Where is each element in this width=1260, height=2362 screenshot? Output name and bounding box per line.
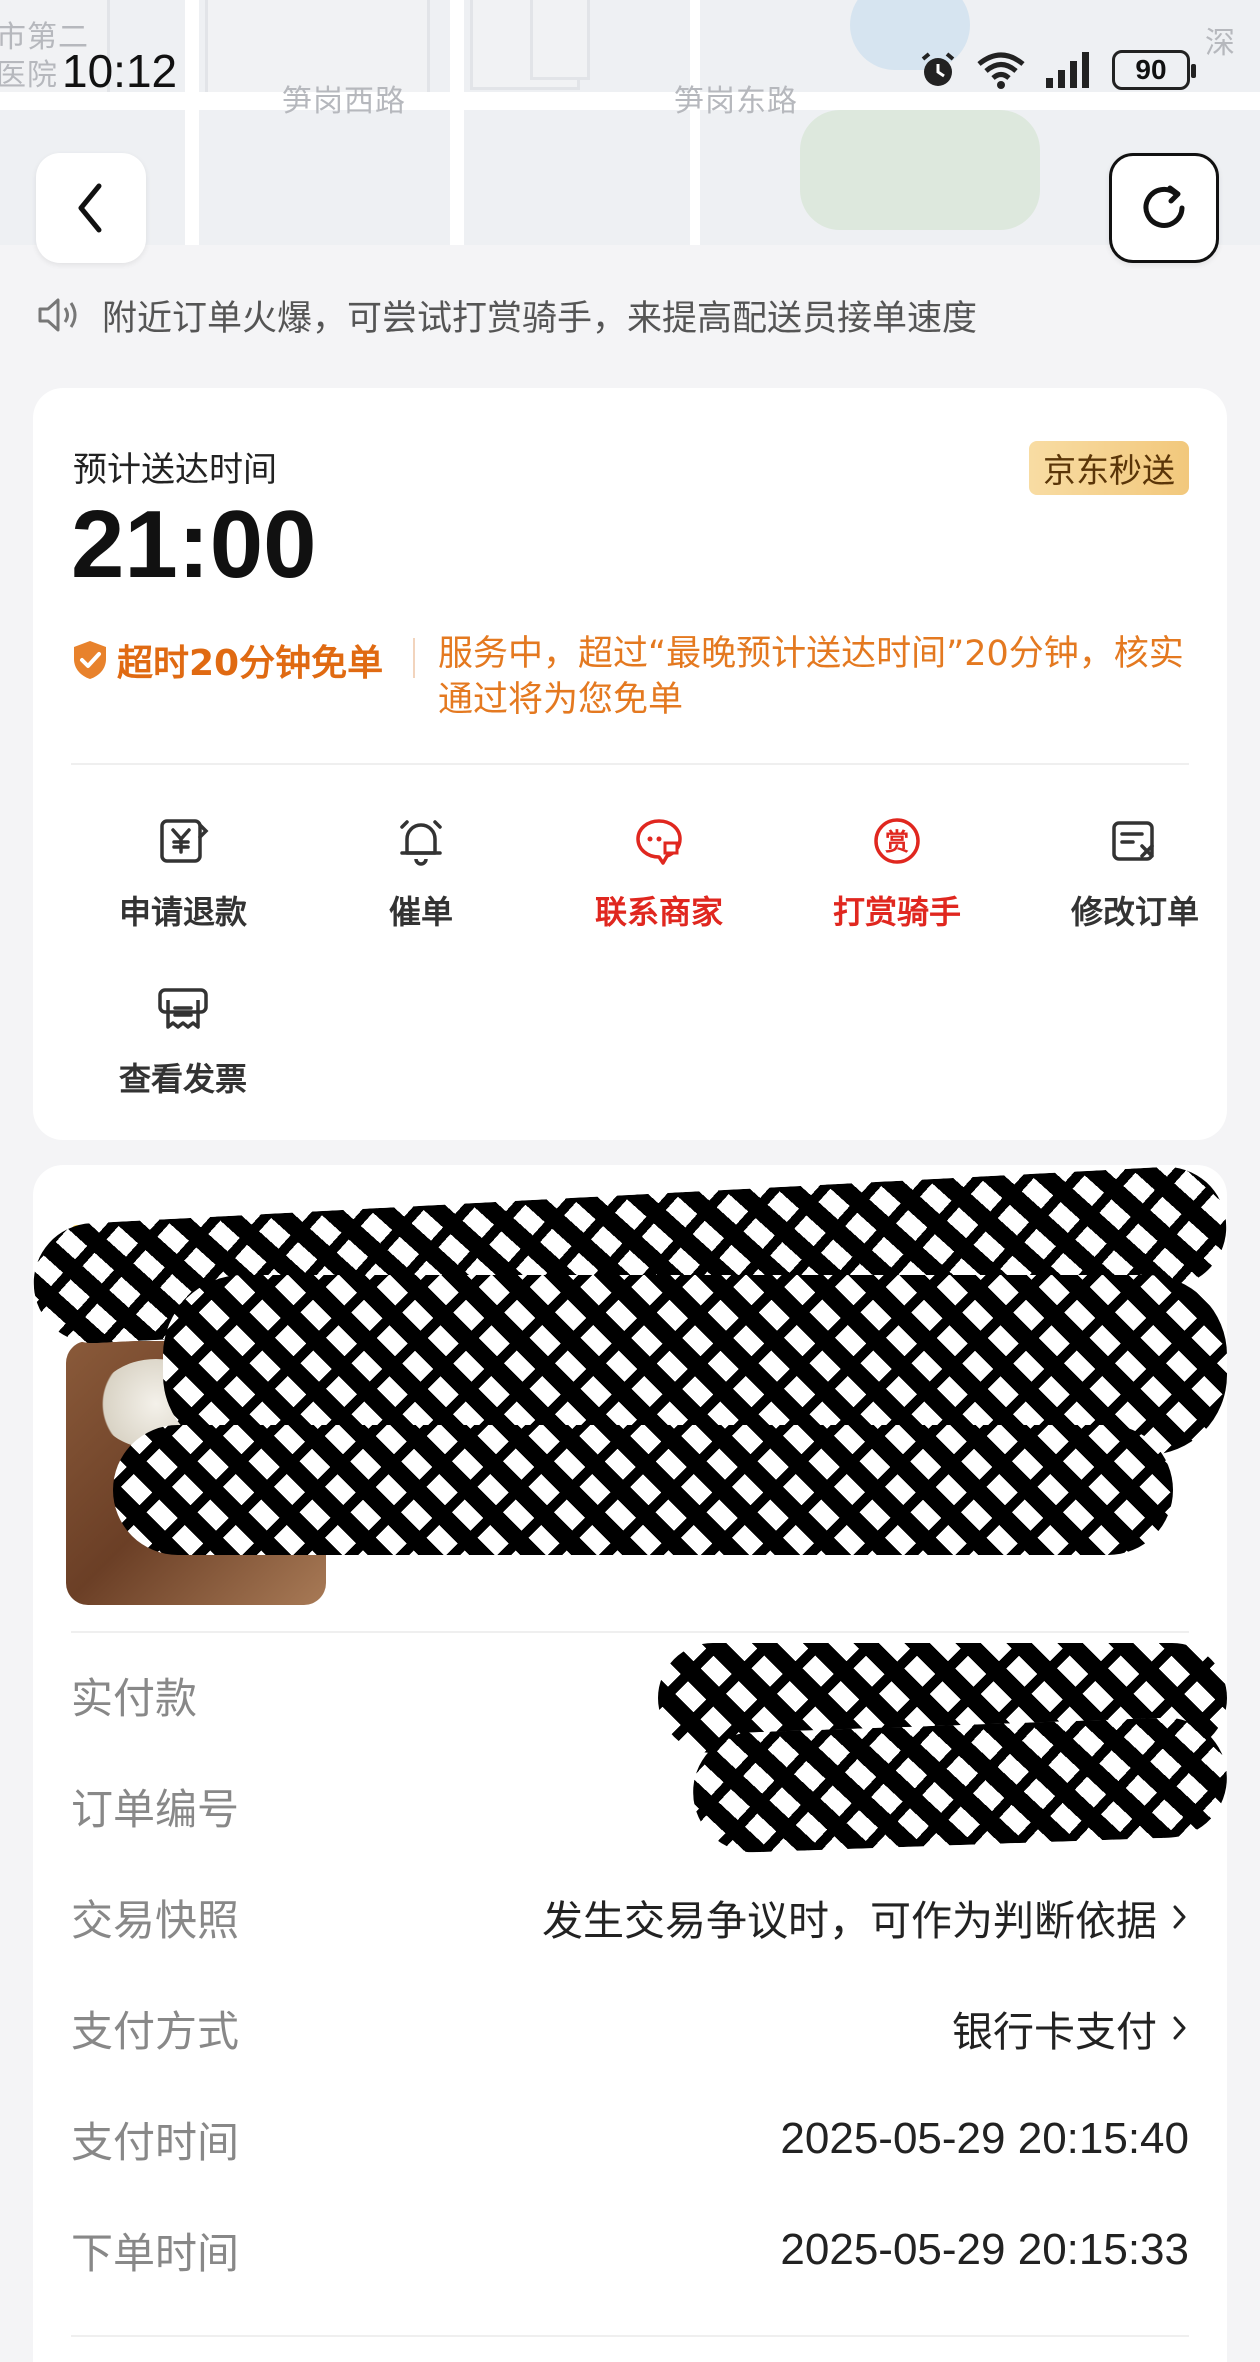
urge-order-label: 催单 xyxy=(388,893,453,931)
order-time-value: 2025-05-29 20:15:33 xyxy=(780,2225,1189,2274)
eta-label: 预计送达时间 xyxy=(73,450,277,490)
reward-rider-label: 打赏骑手 xyxy=(832,893,961,931)
chevron-left-icon xyxy=(78,183,102,233)
delivery-card: 预计送达时间 21:00 京东秒送 超时20分钟免单 服务中，超过“最晚预计送达… xyxy=(33,388,1227,1140)
card-divider xyxy=(71,2335,1189,2337)
detail-row-payment-time: 支付时间 2025-05-29 20:15:40 xyxy=(71,2109,1189,2169)
status-time: 10:12 xyxy=(62,45,178,97)
order-number-label: 订单编号 xyxy=(71,1784,240,1834)
status-bar: 10:12 90 xyxy=(0,0,1260,150)
eta-time: 21:00 xyxy=(71,491,317,598)
snapshot-label: 交易快照 xyxy=(71,1895,240,1945)
bell-icon xyxy=(393,813,449,869)
view-invoice-button[interactable]: 查看发票 xyxy=(83,980,283,1100)
reward-icon: 赏 xyxy=(869,813,925,869)
notice-text: 附近订单火爆，可尝试打赏骑手，来提高配送员接单速度 xyxy=(102,298,978,339)
view-invoice-label: 查看发票 xyxy=(118,1060,247,1098)
invoice-icon xyxy=(155,980,211,1036)
service-badge: 京东秒送 xyxy=(1029,441,1189,495)
refresh-icon xyxy=(1143,185,1185,228)
shield-check-icon xyxy=(74,641,106,679)
order-time-label: 下单时间 xyxy=(71,2228,240,2278)
snapshot-value: 发生交易争议时，可作为判断依据 xyxy=(542,1897,1157,1945)
modify-order-label: 修改订单 xyxy=(1070,893,1199,931)
edit-order-icon xyxy=(1107,813,1163,869)
chat-merchant-icon xyxy=(631,813,687,869)
order-card: 外卖 苏 实付款 订单编号 交易快照 发生交易争议时，可作为判断依据 支付方式 … xyxy=(30,1163,1230,2362)
signal-icon xyxy=(1046,52,1089,88)
payment-time-label: 支付时间 xyxy=(71,2117,240,2167)
chevron-right-icon xyxy=(1173,1905,1186,1929)
detail-row-payment-method[interactable]: 支付方式 银行卡支付 xyxy=(71,1998,1189,2058)
alarm-icon xyxy=(921,52,955,86)
svg-text:赏: 赏 xyxy=(885,828,909,856)
chevron-right-icon xyxy=(1173,2016,1186,2040)
speaker-icon xyxy=(38,298,77,332)
refund-button[interactable]: 申请退款 xyxy=(83,813,283,933)
battery-indicator: 90 xyxy=(1112,50,1196,90)
guarantee-title[interactable]: 超时20分钟免单 xyxy=(71,634,383,686)
urge-order-button[interactable]: 催单 xyxy=(321,813,521,933)
card-divider xyxy=(71,1631,1189,1633)
reward-rider-button[interactable]: 赏 打赏骑手 xyxy=(797,813,997,933)
guarantee-description: 服务中，超过“最晚预计送达时间”20分钟，核实通过将为您免单 xyxy=(438,634,1184,720)
modify-order-button[interactable]: 修改订单 xyxy=(1035,813,1235,933)
status-icons: 90 xyxy=(918,48,1196,92)
paid-amount-label: 实付款 xyxy=(71,1673,198,1723)
payment-method-link[interactable]: 银行卡支付 xyxy=(952,1998,1189,2058)
detail-row-order-time: 下单时间 2025-05-29 20:15:33 xyxy=(71,2220,1189,2280)
guarantee-text: 超时20分钟免单 xyxy=(117,643,384,684)
payment-time-value: 2025-05-29 20:15:40 xyxy=(780,2114,1189,2163)
refund-label: 申请退款 xyxy=(118,893,247,931)
contact-merchant-label: 联系商家 xyxy=(594,893,723,931)
payment-method-value: 银行卡支付 xyxy=(952,2008,1157,2056)
back-button[interactable] xyxy=(36,153,146,263)
payment-method-label: 支付方式 xyxy=(71,2006,240,2056)
notice-bar[interactable]: 附近订单火爆，可尝试打赏骑手，来提高配送员接单速度 xyxy=(36,290,977,340)
guarantee-divider xyxy=(413,638,415,678)
card-divider xyxy=(71,763,1189,765)
wifi-icon xyxy=(977,52,1025,89)
contact-merchant-button[interactable]: 联系商家 xyxy=(559,813,759,933)
detail-row-snapshot[interactable]: 交易快照 发生交易争议时，可作为判断依据 xyxy=(71,1887,1189,1947)
redaction-mask xyxy=(691,1715,1229,1855)
snapshot-link[interactable]: 发生交易争议时，可作为判断依据 xyxy=(542,1887,1189,1947)
refresh-button[interactable] xyxy=(1109,153,1219,263)
refund-yen-icon xyxy=(155,813,211,869)
redaction-mask xyxy=(113,1425,1173,1555)
